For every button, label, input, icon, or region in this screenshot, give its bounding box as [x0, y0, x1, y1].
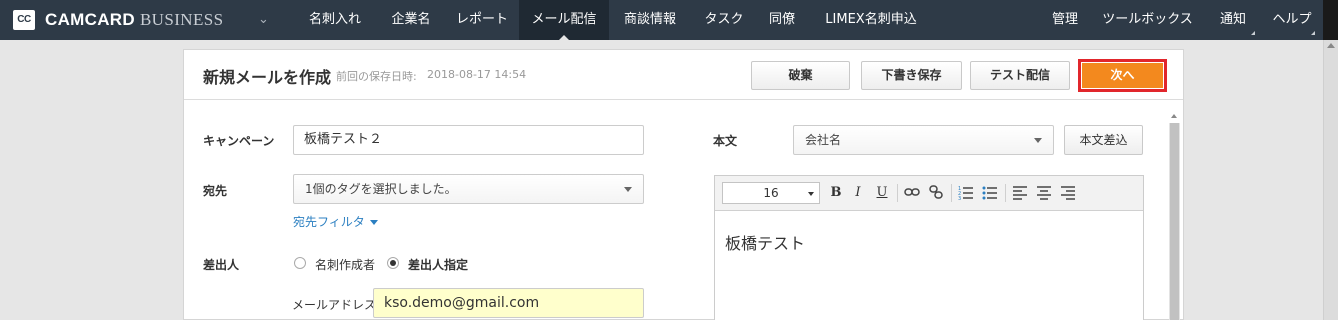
toolbar-divider	[951, 184, 952, 202]
card-header: 新規メールを作成 前回の保存日時: 2018-08-17 14:54 破棄 下書…	[184, 50, 1183, 100]
window-edge	[1323, 0, 1338, 40]
italic-icon[interactable]: I	[849, 184, 867, 202]
editor-toolbar: 16 B I U 123	[715, 176, 1143, 211]
nav-item-tasks[interactable]: タスク	[694, 0, 754, 40]
font-size-value: 16	[763, 186, 779, 200]
toolbar-divider	[1005, 184, 1006, 202]
underline-icon[interactable]: U	[873, 184, 891, 202]
next-button[interactable]: 次へ	[1082, 63, 1163, 88]
sender-label: 差出人	[203, 258, 240, 272]
nav-item-companies[interactable]: 企業名	[379, 0, 443, 40]
radio-sender-specified[interactable]	[387, 257, 399, 269]
caret-down-icon	[369, 220, 378, 225]
chevron-down-icon[interactable]: ⌄	[258, 12, 269, 27]
bullet-list-icon[interactable]	[981, 184, 999, 202]
nav-item-mail[interactable]: メール配信	[519, 0, 609, 40]
svg-text:3: 3	[958, 196, 961, 200]
merge-field-select[interactable]: 会社名	[793, 125, 1054, 155]
saved-time: 2018-08-17 14:54	[427, 68, 527, 81]
card-scrollbar[interactable]	[1169, 114, 1180, 320]
campaign-label: キャンペーン	[203, 134, 275, 148]
dropdown-arrow-icon	[624, 187, 632, 192]
email-field[interactable]: kso.demo@gmail.com	[373, 288, 644, 318]
next-button-highlight: 次へ	[1078, 59, 1167, 92]
align-left-icon[interactable]	[1011, 184, 1029, 202]
rich-text-editor: 16 B I U 123 板橋テスト	[714, 175, 1144, 320]
brand-sub: BUSINESS	[139, 10, 224, 29]
scrollbar-thumb[interactable]	[1170, 123, 1179, 320]
merge-field-value: 会社名	[805, 133, 842, 147]
scroll-up-icon[interactable]	[1171, 114, 1177, 118]
top-nav: CC CAMCARD BUSINESS ⌄ 名刺入れ 企業名 レポート メール配信…	[0, 0, 1338, 40]
save-draft-button[interactable]: 下書き保存	[861, 61, 962, 90]
font-size-select[interactable]: 16	[722, 182, 820, 204]
link-icon[interactable]	[903, 184, 921, 202]
radio-card-creator-label[interactable]: 名刺作成者	[315, 256, 375, 273]
toolbar-divider	[897, 184, 898, 202]
nav-item-cards[interactable]: 名刺入れ	[298, 0, 372, 40]
ordered-list-icon[interactable]: 123	[957, 184, 975, 202]
recipient-label: 宛先	[203, 184, 228, 198]
saved-label: 前回の保存日時:	[336, 70, 417, 83]
unlink-icon[interactable]	[927, 184, 945, 202]
nav-item-admin[interactable]: 管理	[1045, 0, 1085, 40]
recipient-filter-label: 宛先フィルタ	[293, 215, 365, 229]
recipient-select-value: 1個のタグを選択しました。	[305, 182, 457, 196]
bold-icon[interactable]: B	[827, 184, 845, 202]
nav-item-notifications[interactable]: 通知	[1208, 0, 1258, 40]
camcard-logo-icon[interactable]: CC	[13, 10, 35, 30]
test-send-button[interactable]: テスト配信	[970, 61, 1070, 90]
nav-item-limex[interactable]: LIMEX名刺申込	[815, 0, 927, 40]
scroll-up-icon[interactable]	[1327, 43, 1335, 48]
nav-item-deals[interactable]: 商談情報	[613, 0, 687, 40]
nav-item-help[interactable]: ヘルプ	[1266, 0, 1318, 40]
nav-item-colleagues[interactable]: 同僚	[758, 0, 806, 40]
radio-sender-specified-label[interactable]: 差出人指定	[408, 256, 468, 273]
nav-item-toolbox[interactable]: ツールボックス	[1100, 0, 1195, 40]
recipient-select[interactable]: 1個のタグを選択しました。	[293, 174, 644, 204]
radio-card-creator[interactable]	[294, 257, 306, 269]
insert-field-button[interactable]: 本文差込	[1064, 125, 1143, 155]
page-title: 新規メールを作成	[203, 68, 332, 87]
email-label: メールアドレス	[292, 298, 377, 312]
align-center-icon[interactable]	[1035, 184, 1053, 202]
discard-button[interactable]: 破棄	[751, 61, 850, 90]
dropdown-arrow-icon	[1034, 138, 1042, 143]
brand-main: CAMCARD	[45, 10, 135, 29]
editor-content[interactable]: 板橋テスト	[725, 230, 805, 254]
brand-name[interactable]: CAMCARD BUSINESS	[45, 10, 223, 30]
dropdown-arrow-icon	[808, 192, 814, 196]
compose-card: 新規メールを作成 前回の保存日時: 2018-08-17 14:54 破棄 下書…	[183, 49, 1184, 320]
recipient-filter-link[interactable]: 宛先フィルタ	[293, 213, 378, 230]
nav-item-reports[interactable]: レポート	[447, 0, 517, 40]
align-right-icon[interactable]	[1059, 184, 1077, 202]
page-scrollbar[interactable]	[1323, 40, 1338, 320]
body-label: 本文	[713, 134, 738, 148]
campaign-input[interactable]: 板橋テスト２	[293, 125, 644, 155]
